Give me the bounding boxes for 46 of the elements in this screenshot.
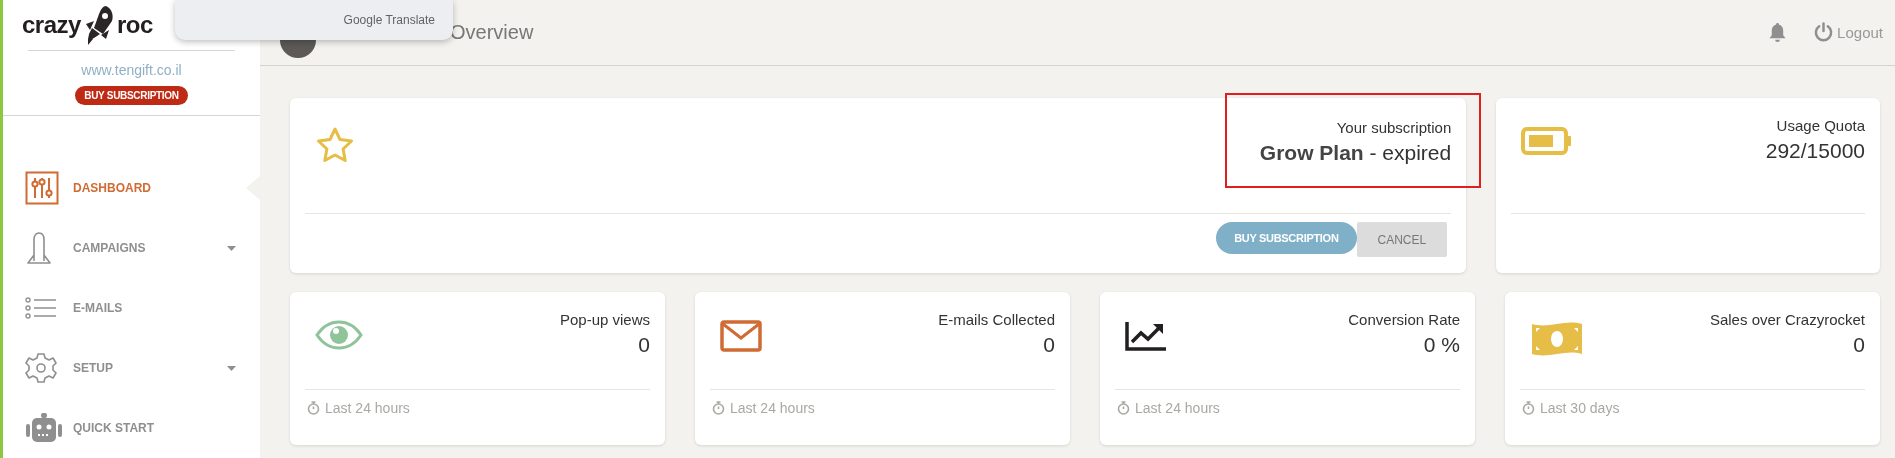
page-title: Overview: [450, 21, 534, 44]
logo-text: roc: [116, 11, 153, 40]
stopwatch-icon: [307, 401, 320, 415]
period-label: Last 24 hours: [325, 400, 410, 416]
period-label: Last 24 hours: [1135, 400, 1220, 416]
bell-icon[interactable]: [1768, 22, 1788, 43]
stat-value: 0: [638, 332, 650, 358]
period-label: Last 30 days: [1540, 400, 1620, 416]
stat-value: 0 %: [1423, 332, 1460, 358]
period-label: Last 24 hours: [730, 400, 815, 416]
stopwatch-icon: [1522, 401, 1535, 415]
buy-subscription-button[interactable]: BUY SUBSCRIPTION: [1216, 222, 1357, 254]
stat-label: Sales over Crazyrocket: [1709, 310, 1865, 330]
list-icon: [25, 297, 57, 319]
nav-item[interactable]: SETUP: [3, 338, 260, 398]
stat-label: E-mails Collected: [938, 310, 1055, 330]
banknote-icon: [1530, 320, 1584, 358]
stopwatch-icon: [712, 401, 725, 415]
logout-link[interactable]: Logout: [1813, 22, 1883, 43]
cancel-button[interactable]: CANCEL: [1356, 222, 1448, 257]
sliders-icon: [25, 171, 59, 205]
chart-up-icon: [1125, 320, 1167, 352]
subscription-label: Your subscription: [1336, 118, 1452, 138]
eye-icon: [315, 320, 363, 350]
plan-status: Grow Plan - expired: [1259, 140, 1452, 166]
robot-icon: [25, 413, 63, 443]
buy-subscription-button[interactable]: BUY SUBSCRIPTION: [75, 85, 188, 105]
nav-item[interactable]: CAMPAIGNS: [3, 218, 260, 278]
quota-value: 292/15000: [1765, 138, 1865, 164]
power-icon: [1813, 22, 1835, 43]
envelope-icon: [720, 320, 762, 352]
settings-icon: [25, 352, 57, 384]
translate-label: Google Translate: [343, 13, 435, 27]
nav-item[interactable]: QUICK START: [3, 398, 260, 458]
stat-label: Conversion Rate: [1348, 310, 1460, 330]
stat-label: Pop-up views: [559, 310, 650, 330]
battery-icon: [1521, 126, 1574, 156]
stat-value: 0: [1043, 332, 1055, 358]
logo-text: crazy: [22, 11, 81, 40]
nav-item[interactable]: E-MAILS: [3, 278, 260, 338]
site-url[interactable]: www.tengift.co.il: [81, 61, 182, 78]
nav-item[interactable]: DASHBOARD: [3, 158, 260, 218]
quota-label: Usage Quota: [1776, 116, 1865, 136]
rocket-icon: [25, 231, 53, 265]
stopwatch-icon: [1117, 401, 1130, 415]
stat-value: 0: [1853, 332, 1865, 358]
